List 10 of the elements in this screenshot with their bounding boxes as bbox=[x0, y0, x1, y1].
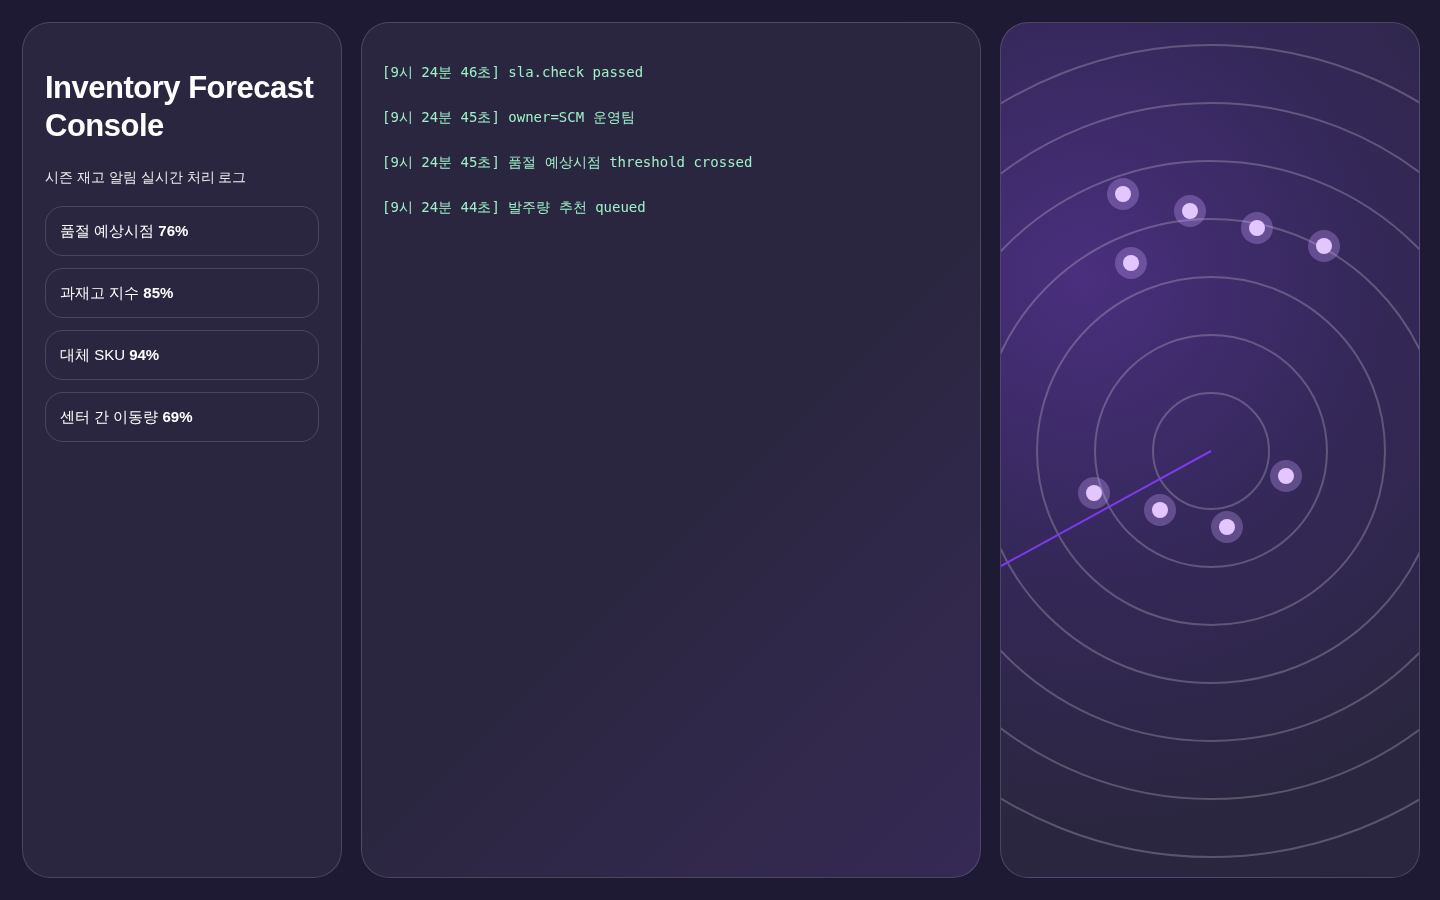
log-line: [9시 24분 45초] 품절 예상시점 threshold crossed bbox=[382, 153, 754, 172]
metric-text: 센터 간 이동량 69% bbox=[60, 406, 193, 427]
metric-text: 품절 예상시점 76% bbox=[60, 220, 189, 241]
log-line: [9시 24분 44초] 발주량 추천 queued bbox=[382, 198, 647, 217]
console-title: Inventory Forecast Console bbox=[45, 69, 315, 145]
metric-text: 대체 SKU 94% bbox=[60, 344, 160, 365]
log-line: [9시 24분 45초] owner=SCM 운영팀 bbox=[382, 108, 636, 127]
metric-text: 과재고 지수 85% bbox=[60, 282, 174, 303]
log-line: [9시 24분 46초] sla.check passed bbox=[382, 63, 645, 82]
console-subtitle: 시즌 재고 알림 실시간 처리 로그 bbox=[45, 168, 248, 187]
